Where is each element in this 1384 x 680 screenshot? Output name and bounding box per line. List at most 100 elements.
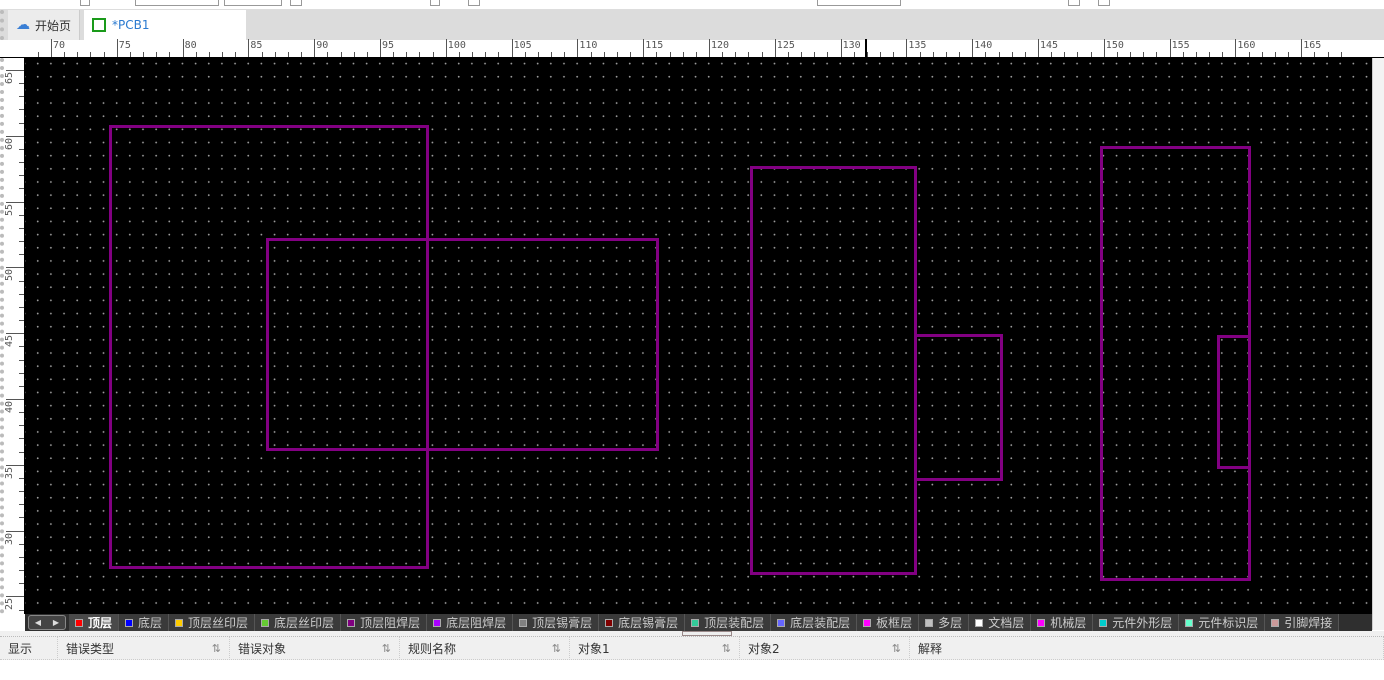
sort-icon[interactable]: ⇅ (722, 642, 731, 655)
ruler-tick (1314, 52, 1316, 57)
ruler-tick (169, 52, 171, 57)
layer-tab[interactable]: 顶层锡膏层 (513, 614, 600, 631)
toolbar-dropdown[interactable] (135, 0, 219, 6)
toolbar-button[interactable] (1098, 0, 1110, 6)
ruler-tick (1143, 52, 1145, 57)
ruler-tick (1209, 52, 1211, 57)
ruler-tick (6, 464, 24, 466)
layer-tab[interactable]: 引脚焊接 (1265, 614, 1340, 631)
ruler-tick (1182, 52, 1184, 57)
layer-tab[interactable]: 底层锡膏层 (599, 614, 686, 631)
toolbar-button[interactable] (290, 0, 302, 6)
ruler-tick (972, 39, 974, 57)
ruler-tick (932, 52, 934, 57)
column-header[interactable]: 对象1 ⇅ (570, 637, 740, 660)
ruler-label: 155 (1171, 40, 1190, 51)
layer-tab[interactable]: 顶层装配层 (685, 614, 772, 631)
board-outline-rect[interactable] (1217, 335, 1251, 469)
ruler-tick (19, 175, 24, 177)
column-header[interactable]: 规则名称 ⇅ (400, 637, 570, 660)
layer-tab[interactable]: 顶层 (69, 614, 120, 631)
layer-tab[interactable]: 元件外形层 (1093, 614, 1180, 631)
ruler-tick (19, 96, 24, 98)
ruler-tick (524, 52, 526, 57)
ruler-tick (1116, 52, 1118, 57)
splitter-grip[interactable] (682, 631, 732, 636)
board-outline-rect[interactable] (266, 238, 659, 451)
ruler-tick (406, 52, 408, 57)
toolbar-dropdown[interactable] (817, 0, 901, 6)
ruler-tick (1261, 52, 1263, 57)
ruler-tick (19, 372, 24, 374)
pcb-canvas[interactable] (25, 58, 1372, 614)
layer-tab[interactable]: 底层装配层 (771, 614, 858, 631)
horizontal-ruler: 70 75 80 85 90 95 100 105 110 115 120 125 130 135 140 1… (0, 39, 1384, 58)
column-label: 对象2 (748, 642, 780, 656)
ruler-tick (985, 52, 987, 57)
layer-tab[interactable]: 底层 (119, 614, 170, 631)
ruler-tick (774, 39, 776, 57)
column-header[interactable]: 对象2 ⇅ (740, 637, 910, 660)
layer-tab[interactable]: 机械层 (1031, 614, 1094, 631)
sort-icon[interactable]: ⇅ (892, 642, 901, 655)
sort-icon[interactable]: ⇅ (552, 642, 561, 655)
layer-tab[interactable]: 文档层 (969, 614, 1032, 631)
column-header[interactable]: 错误类型 ⇅ (58, 637, 230, 660)
ruler-tick (511, 39, 513, 57)
ruler-tick (564, 52, 566, 57)
arrow-left-icon[interactable]: ◀ (35, 618, 41, 627)
ruler-tick (1156, 52, 1158, 57)
toolbar-button[interactable] (80, 0, 90, 6)
layer-tab[interactable]: 顶层阻焊层 (341, 614, 428, 631)
column-header[interactable]: 解释 (910, 637, 1384, 660)
layer-color-swatch (1185, 618, 1194, 627)
ruler-tick (906, 39, 908, 57)
sort-icon[interactable]: ⇅ (382, 642, 391, 655)
ruler-tick (959, 52, 961, 57)
ruler-tick (19, 109, 24, 111)
layer-label: 引脚焊接 (1284, 616, 1333, 630)
column-label: 显示 (8, 642, 33, 656)
cursor-marker (865, 39, 867, 57)
vertical-scrollbar[interactable] (1372, 58, 1384, 630)
toolbar-button[interactable] (430, 0, 440, 6)
toolbar-button[interactable] (468, 0, 480, 6)
layer-tab[interactable]: 元件标识层 (1179, 614, 1266, 631)
ruler-tick (19, 556, 24, 558)
ruler-tick (129, 52, 131, 57)
layer-color-swatch (691, 618, 700, 627)
ruler-tick (327, 52, 329, 57)
layer-tab[interactable]: 顶层丝印层 (169, 614, 256, 631)
column-header[interactable]: 错误对象 ⇅ (230, 637, 400, 660)
tab-pcb1[interactable]: *PCB1 (84, 10, 246, 40)
ruler-tick (866, 52, 868, 57)
ruler-label: 145 (1040, 40, 1059, 51)
layer-scroll-buttons[interactable]: ◀ ▶ (28, 615, 66, 630)
sort-icon[interactable]: ⇅ (212, 642, 221, 655)
layer-tab[interactable]: 底层阻焊层 (427, 614, 514, 631)
ruler-tick (235, 52, 237, 57)
column-header[interactable]: 显示 (0, 637, 58, 660)
board-outline-rect[interactable] (750, 166, 917, 575)
ruler-tick (6, 135, 24, 137)
arrow-right-icon[interactable]: ▶ (53, 618, 59, 627)
tab-start-page[interactable]: ☁ 开始页 (8, 10, 80, 40)
layer-label: 顶层装配层 (704, 616, 765, 630)
layer-color-swatch (125, 618, 134, 627)
ruler-tick (19, 583, 24, 585)
ruler-tick (814, 52, 816, 57)
toolbar-button[interactable] (1068, 0, 1080, 6)
ruler-tick (1090, 52, 1092, 57)
ruler-tick (801, 52, 803, 57)
board-outline-rect[interactable] (914, 334, 1003, 481)
ruler-tick (116, 39, 118, 57)
ruler-label: 85 (250, 40, 263, 51)
layer-label: 顶层丝印层 (188, 616, 249, 630)
ruler-label: 40 (4, 401, 15, 414)
layer-tab[interactable]: 板框层 (857, 614, 920, 631)
ruler-label: 160 (1237, 40, 1256, 51)
layer-tab[interactable]: 多层 (919, 614, 970, 631)
ruler-tick (261, 52, 263, 57)
layer-tab[interactable]: 底层丝印层 (255, 614, 342, 631)
toolbar-dropdown[interactable] (224, 0, 282, 6)
